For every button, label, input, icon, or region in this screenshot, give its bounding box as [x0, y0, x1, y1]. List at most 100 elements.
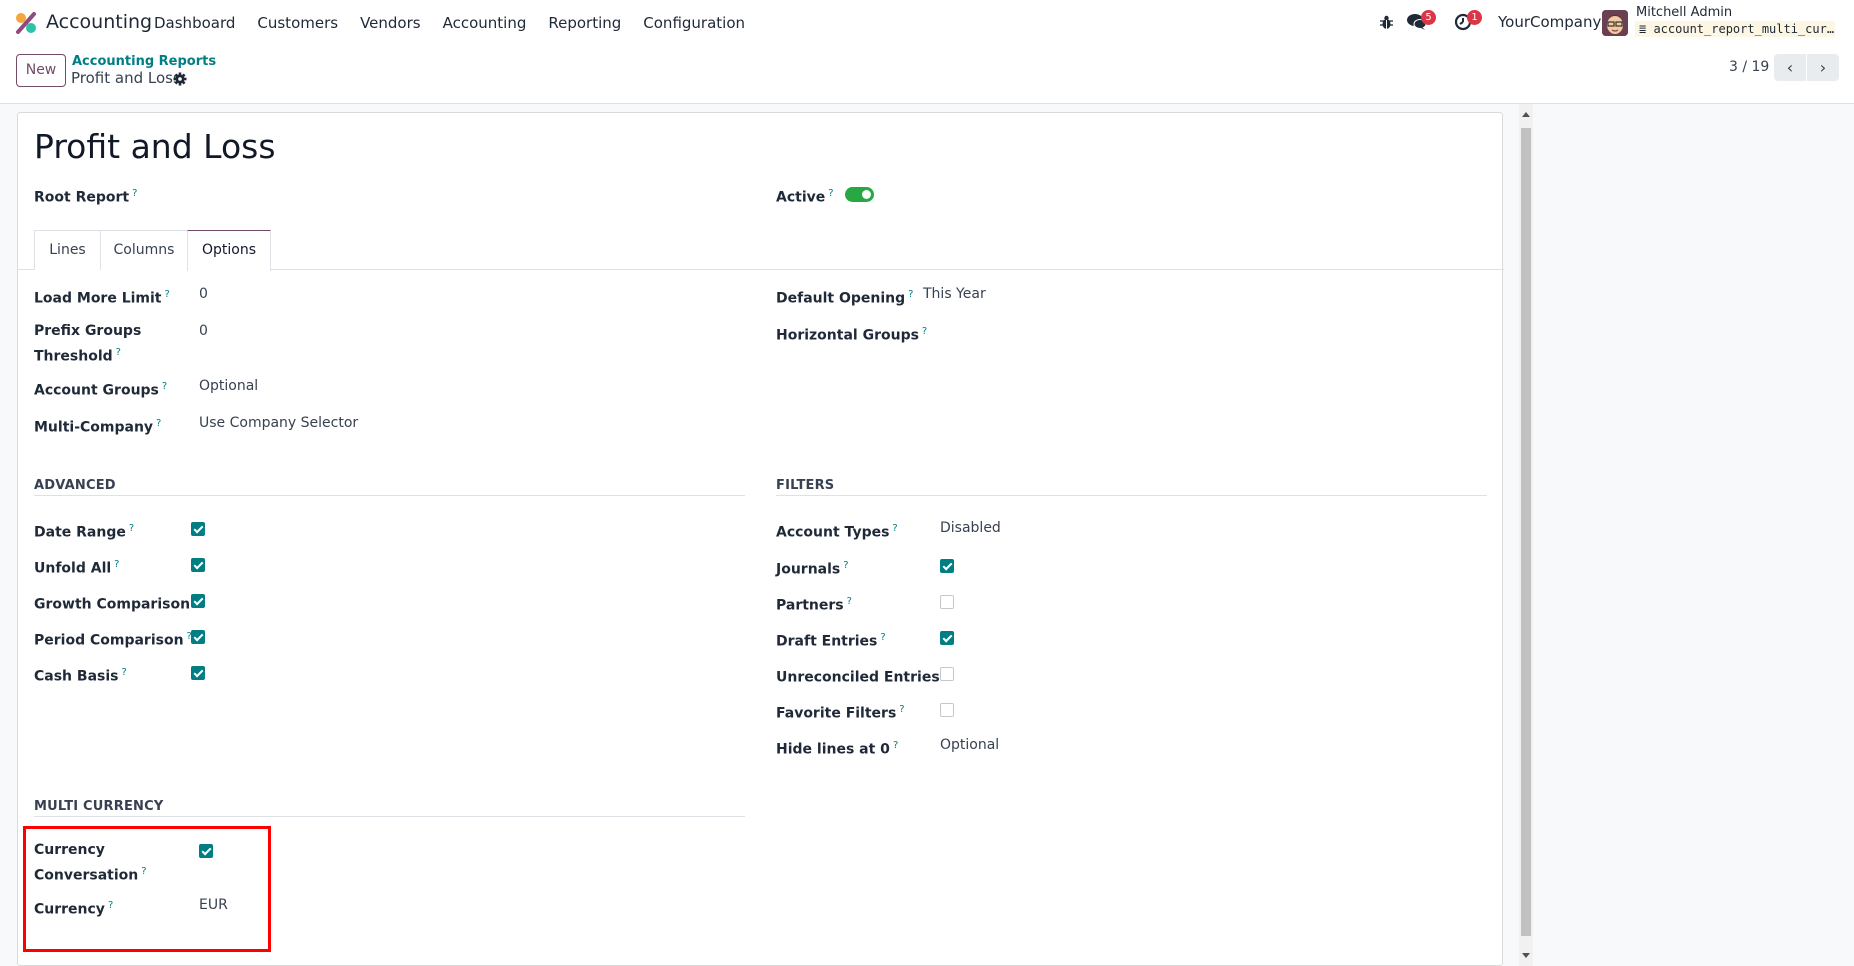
draft-entries-label: Draft Entries?: [776, 627, 886, 653]
app-logo-icon[interactable]: [15, 12, 37, 34]
label-text: Period Comparison: [34, 632, 184, 649]
report-title[interactable]: Profit and Loss: [34, 127, 276, 166]
period-comparison-label: Period Comparison?: [34, 626, 192, 652]
activities-button[interactable]: 1: [1454, 10, 1482, 35]
help-icon[interactable]: ?: [121, 667, 126, 678]
pager-next-button[interactable]: ›: [1807, 54, 1839, 81]
user-avatar[interactable]: [1602, 10, 1628, 36]
help-icon[interactable]: ?: [114, 559, 119, 570]
main-menu: Dashboard Customers Vendors Accounting R…: [154, 14, 767, 32]
help-icon[interactable]: ?: [156, 418, 161, 429]
help-icon[interactable]: ?: [129, 523, 134, 534]
scroll-down-arrow-icon[interactable]: [1522, 953, 1530, 958]
label-text: Prefix Groups Threshold: [34, 323, 142, 365]
default-opening-value[interactable]: This Year: [923, 286, 986, 302]
tab-lines[interactable]: Lines: [34, 230, 101, 270]
database-name: ≣ account_report_multi_cur…: [1635, 21, 1835, 37]
user-name[interactable]: Mitchell Admin: [1636, 5, 1732, 20]
label-text: Favorite Filters: [776, 705, 897, 722]
journals-checkbox[interactable]: [940, 559, 954, 573]
label-text: Multi-Company: [34, 419, 154, 436]
pager-value[interactable]: 3 / 19: [1729, 59, 1769, 75]
label-text: Unreconciled Entries: [776, 669, 940, 686]
control-panel: New Accounting Reports Profit and Loss 3…: [0, 46, 1854, 104]
account-groups-value[interactable]: Optional: [199, 378, 258, 394]
label-text: Hide lines at 0: [776, 741, 890, 758]
messages-button[interactable]: 5: [1407, 10, 1436, 35]
horizontal-groups-field[interactable]: [923, 323, 1223, 343]
growth-comparison-label: Growth Comparison?: [34, 590, 198, 616]
label-text: Account Groups: [34, 382, 159, 399]
root-report-label-text: Root Report: [34, 189, 130, 206]
unfold-all-checkbox[interactable]: [191, 558, 205, 572]
label-text: Load More Limit: [34, 290, 162, 307]
help-icon[interactable]: ?: [132, 188, 137, 199]
unreconciled-entries-checkbox[interactable]: [940, 667, 954, 681]
app-name[interactable]: Accounting: [46, 11, 152, 33]
scrollbar-thumb[interactable]: [1521, 128, 1531, 936]
multi-company-value[interactable]: Use Company Selector: [199, 415, 358, 431]
cash-basis-label: Cash Basis?: [34, 662, 127, 688]
chevron-right-icon: ›: [1819, 58, 1827, 77]
growth-comparison-checkbox[interactable]: [191, 594, 205, 608]
menu-configuration[interactable]: Configuration: [643, 14, 745, 32]
label-text: Horizontal Groups: [776, 327, 919, 344]
database-icon: ≣: [1639, 22, 1654, 36]
root-report-label: Root Report?: [34, 183, 137, 209]
scroll-up-arrow-icon[interactable]: [1522, 112, 1530, 117]
help-icon[interactable]: ?: [880, 632, 885, 643]
date-range-label: Date Range?: [34, 518, 134, 544]
account-types-label: Account Types?: [776, 518, 898, 544]
hide-lines-label: Hide lines at 0?: [776, 735, 898, 761]
gear-icon[interactable]: [173, 72, 187, 86]
load-more-limit-value[interactable]: 0: [199, 286, 208, 302]
active-label: Active?: [776, 183, 834, 209]
breadcrumb-current: Profit and Loss: [71, 69, 181, 87]
section-divider: [34, 816, 745, 817]
help-icon[interactable]: ?: [165, 289, 170, 300]
unreconciled-entries-label: Unreconciled Entries?: [776, 663, 948, 689]
cash-basis-checkbox[interactable]: [191, 666, 205, 680]
help-icon[interactable]: ?: [116, 347, 121, 358]
menu-accounting[interactable]: Accounting: [443, 14, 527, 32]
pager-previous-button[interactable]: ‹: [1774, 54, 1806, 81]
label-text: Account Types: [776, 524, 890, 541]
new-button[interactable]: New: [16, 54, 66, 87]
active-toggle[interactable]: [845, 187, 874, 202]
label-text: Date Range: [34, 524, 126, 541]
menu-vendors[interactable]: Vendors: [360, 14, 421, 32]
unfold-all-label: Unfold All?: [34, 554, 119, 580]
draft-entries-checkbox[interactable]: [940, 631, 954, 645]
debug-bug-icon[interactable]: [1380, 15, 1393, 30]
favorite-filters-label: Favorite Filters?: [776, 699, 905, 725]
help-icon[interactable]: ?: [899, 704, 904, 715]
menu-dashboard[interactable]: Dashboard: [154, 14, 235, 32]
help-icon[interactable]: ?: [828, 188, 833, 199]
activities-badge: 1: [1467, 10, 1482, 25]
label-text: Partners: [776, 597, 844, 614]
hide-lines-value[interactable]: Optional: [940, 737, 999, 753]
tab-options[interactable]: Options: [187, 230, 271, 271]
help-icon[interactable]: ?: [847, 596, 852, 607]
label-text: Cash Basis: [34, 668, 119, 685]
tab-columns[interactable]: Columns: [100, 230, 188, 270]
default-opening-label: Default Opening?: [776, 284, 913, 310]
help-icon[interactable]: ?: [843, 560, 848, 571]
help-icon[interactable]: ?: [892, 523, 897, 534]
help-icon[interactable]: ?: [162, 381, 167, 392]
date-range-checkbox[interactable]: [191, 522, 205, 536]
menu-reporting[interactable]: Reporting: [548, 14, 621, 32]
favorite-filters-checkbox[interactable]: [940, 703, 954, 717]
partners-checkbox[interactable]: [940, 595, 954, 609]
breadcrumb-parent[interactable]: Accounting Reports: [72, 54, 216, 69]
menu-customers[interactable]: Customers: [257, 14, 338, 32]
company-switcher[interactable]: YourCompany: [1498, 13, 1601, 31]
chevron-left-icon: ‹: [1786, 58, 1794, 77]
load-more-limit-label: Load More Limit?: [34, 284, 170, 310]
account-types-value[interactable]: Disabled: [940, 520, 1001, 536]
vertical-scrollbar[interactable]: [1519, 104, 1533, 966]
prefix-groups-threshold-value[interactable]: 0: [199, 323, 208, 339]
period-comparison-checkbox[interactable]: [191, 630, 205, 644]
help-icon[interactable]: ?: [893, 740, 898, 751]
help-icon[interactable]: ?: [908, 289, 913, 300]
